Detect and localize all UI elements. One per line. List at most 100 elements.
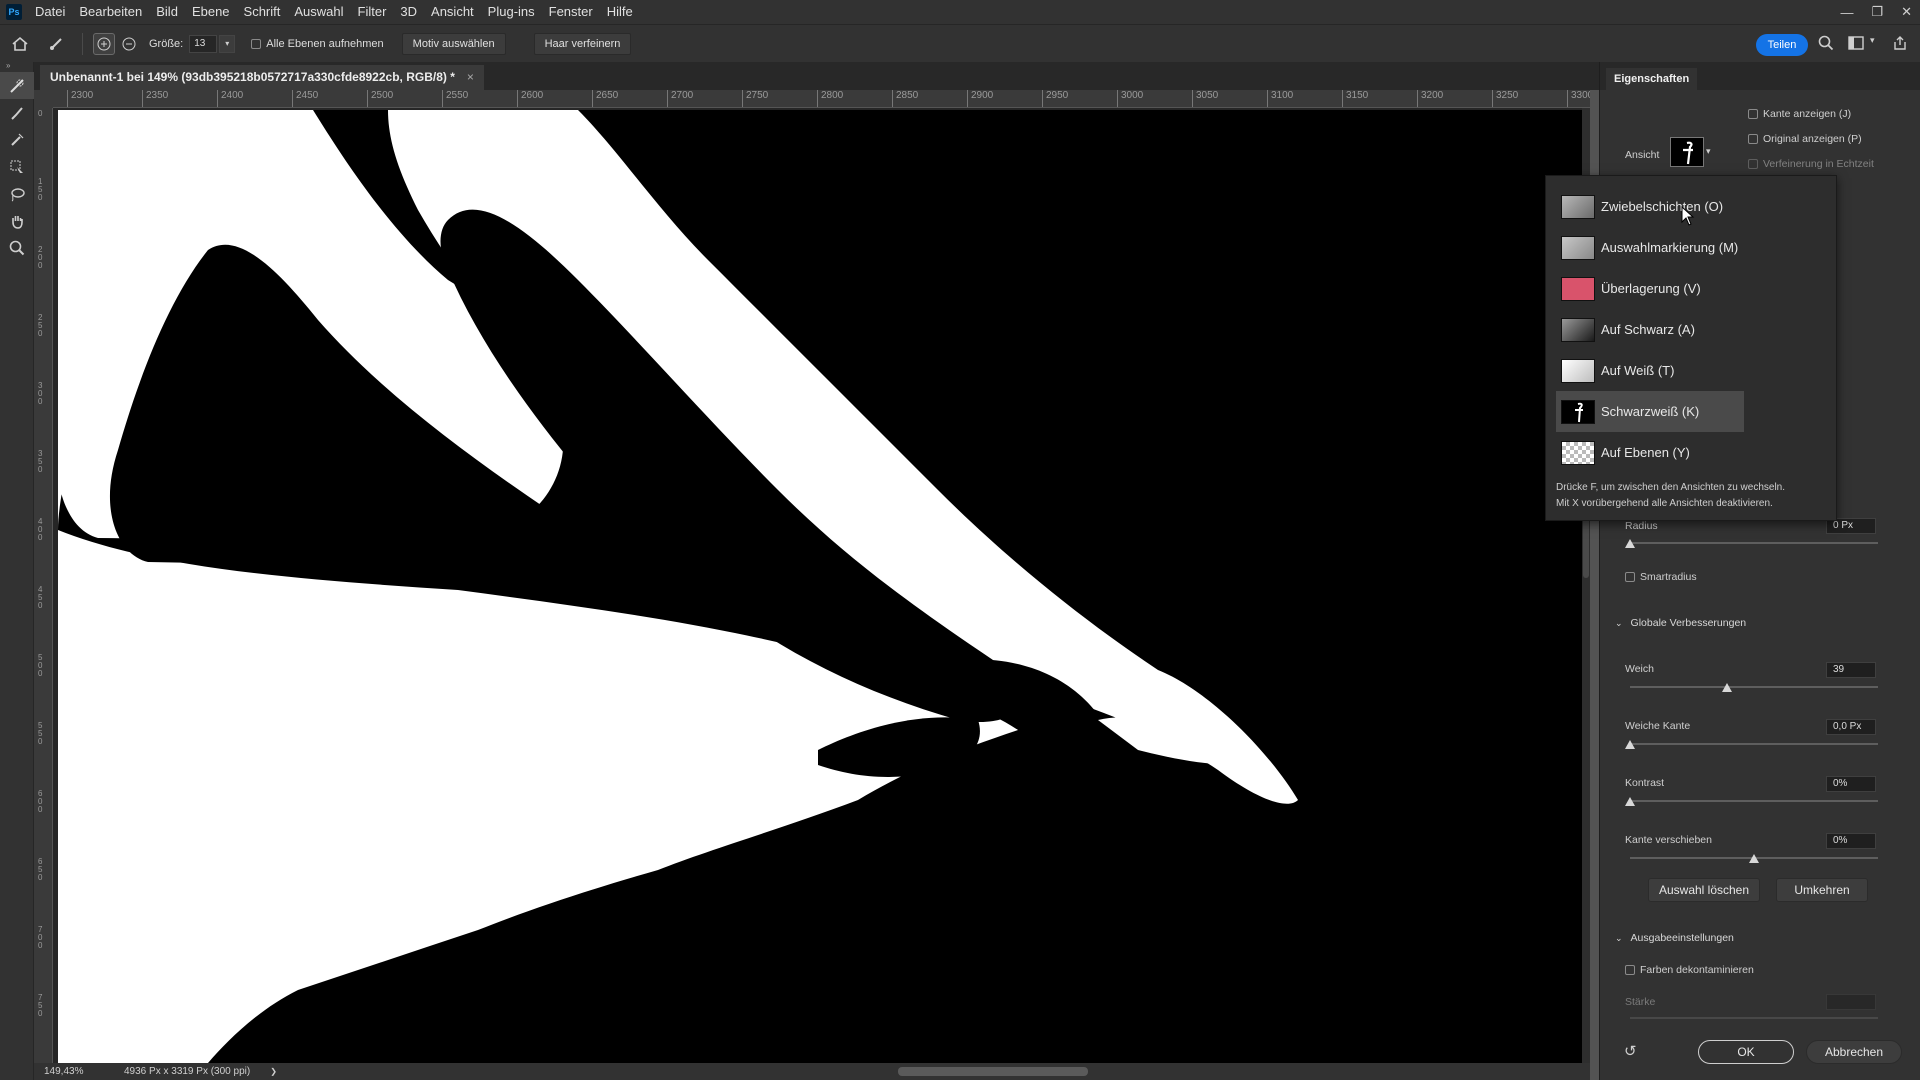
add-to-selection-icon[interactable]: [93, 32, 115, 55]
view-option-on-black[interactable]: Auf Schwarz (A): [1556, 309, 1744, 350]
zoom-level[interactable]: 149,43%: [44, 1066, 104, 1077]
document-info: 4936 Px x 3319 Px (300 ppi): [124, 1066, 251, 1077]
checkbox-box[interactable]: [1748, 134, 1758, 144]
options-bar: Größe: 13 ▾ Alle Ebenen aufnehmen Motiv …: [0, 24, 1920, 62]
search-icon[interactable]: [1818, 35, 1834, 51]
menu-hilfe[interactable]: Hilfe: [600, 0, 640, 24]
workspace-chevron-icon[interactable]: ▾: [1870, 35, 1875, 46]
radius-slider-track[interactable]: [1630, 542, 1878, 544]
ruler-tick-label: 3150: [1342, 90, 1368, 107]
cancel-button[interactable]: Abbrechen: [1806, 1040, 1902, 1064]
show-original-label: Original anzeigen (P): [1763, 133, 1862, 145]
contrast-input[interactable]: 0%: [1826, 776, 1876, 792]
smooth-slider-thumb[interactable]: [1721, 683, 1732, 692]
view-option-black-white[interactable]: Schwarzweiß (K): [1556, 391, 1744, 432]
menu-plugins[interactable]: Plug-ins: [481, 0, 542, 24]
menu-bild[interactable]: Bild: [149, 0, 185, 24]
checkbox-box[interactable]: [1748, 159, 1758, 169]
close-window-icon[interactable]: ✕: [1901, 4, 1912, 20]
shift-edge-slider-thumb[interactable]: [1749, 854, 1759, 863]
ruler-tick-label: 2850: [892, 90, 918, 107]
clear-selection-button[interactable]: Auswahl löschen: [1648, 878, 1760, 902]
minimize-icon[interactable]: —: [1840, 5, 1853, 20]
menu-ansicht[interactable]: Ansicht: [424, 0, 481, 24]
ruler-tick-label: 250: [38, 313, 43, 338]
restore-icon[interactable]: ❐: [1871, 4, 1883, 20]
show-original-checkbox[interactable]: Original anzeigen (P): [1748, 133, 1862, 145]
zoom-tool-icon[interactable]: [0, 234, 34, 261]
hand-tool-icon[interactable]: [0, 207, 34, 234]
view-option-on-white[interactable]: Auf Weiß (T): [1556, 350, 1744, 391]
shift-edge-input[interactable]: 0%: [1826, 833, 1876, 849]
black-white-thumbnail: [1561, 399, 1595, 424]
smooth-slider-track[interactable]: [1630, 686, 1878, 688]
view-option-marching-ants[interactable]: Auswahlmarkierung (M): [1556, 227, 1744, 268]
object-selection-tool-icon[interactable]: [0, 153, 34, 180]
menu-datei[interactable]: Datei: [28, 0, 72, 24]
status-menu-arrow-icon[interactable]: ❯: [270, 1067, 277, 1076]
lasso-tool-icon[interactable]: [0, 180, 34, 207]
radius-slider-thumb[interactable]: [1625, 539, 1635, 548]
refine-edge-brush-icon[interactable]: [0, 126, 34, 153]
sample-all-layers-checkbox[interactable]: Alle Ebenen aufnehmen: [251, 38, 384, 50]
menu-fenster[interactable]: Fenster: [542, 0, 600, 24]
view-mode-chevron-icon[interactable]: ▾: [1706, 146, 1711, 157]
menu-3d[interactable]: 3D: [393, 0, 424, 24]
show-edge-checkbox[interactable]: Kante anzeigen (J): [1748, 108, 1851, 120]
output-settings-section[interactable]: ⌄ Ausgabeeinstellungen: [1615, 932, 1734, 944]
view-option-label: Schwarzweiß (K): [1601, 404, 1700, 419]
view-option-onion-skin[interactable]: Zwiebelschichten (O): [1556, 186, 1744, 227]
view-option-on-layers[interactable]: Auf Ebenen (Y): [1556, 432, 1744, 473]
subtract-from-selection-icon[interactable]: [115, 37, 143, 51]
status-bar: 149,43% 4936 Px x 3319 Px (300 ppi) ❯: [34, 1063, 1590, 1080]
size-input[interactable]: 13: [189, 34, 218, 53]
checkbox-box[interactable]: [251, 38, 262, 49]
contrast-slider-track[interactable]: [1630, 800, 1878, 802]
global-refinements-section[interactable]: ⌄ Globale Verbesserungen: [1615, 617, 1746, 629]
quick-selection-tool-icon[interactable]: [0, 72, 34, 99]
ruler-tick-label: 750: [38, 993, 43, 1018]
reset-icon[interactable]: ↺: [1624, 1042, 1637, 1060]
export-icon[interactable]: [1892, 35, 1908, 51]
select-subject-button[interactable]: Motiv auswählen: [401, 32, 506, 55]
checkbox-box[interactable]: [1748, 109, 1758, 119]
feather-input[interactable]: 0,0 Px: [1826, 719, 1876, 735]
document-canvas[interactable]: [58, 110, 1582, 1063]
view-mode-thumbnail[interactable]: [1670, 137, 1704, 167]
menu-ebene[interactable]: Ebene: [185, 0, 237, 24]
workspace-icon[interactable]: [1848, 36, 1864, 50]
smooth-input[interactable]: 39: [1826, 662, 1876, 678]
menu-filter[interactable]: Filter: [351, 0, 394, 24]
ruler-tick-label: 350: [38, 449, 43, 474]
invert-button[interactable]: Umkehren: [1776, 878, 1868, 902]
size-dropdown-chevron-icon[interactable]: ▾: [219, 34, 236, 53]
menu-schrift[interactable]: Schrift: [237, 0, 288, 24]
feather-slider-thumb[interactable]: [1625, 740, 1635, 749]
share-button[interactable]: Teilen: [1756, 34, 1808, 56]
view-option-overlay[interactable]: Überlagerung (V): [1556, 268, 1744, 309]
tab-properties[interactable]: Eigenschaften: [1606, 68, 1698, 90]
feather-slider-track[interactable]: [1630, 743, 1878, 745]
smart-radius-label: Smartradius: [1640, 571, 1697, 583]
decontaminate-colors-checkbox[interactable]: Farben dekontaminieren: [1625, 964, 1754, 976]
amount-input[interactable]: [1826, 994, 1876, 1010]
amount-slider-track[interactable]: [1630, 1017, 1878, 1019]
ok-button[interactable]: OK: [1698, 1040, 1794, 1064]
document-tab[interactable]: Unbenannt-1 bei 149% (93db395218b0572717…: [40, 65, 484, 90]
quick-selection-brush-icon[interactable]: [40, 36, 72, 52]
ruler-tick-label: 600: [38, 789, 43, 814]
brush-tool-icon[interactable]: [0, 99, 34, 126]
checkbox-box[interactable]: [1625, 572, 1635, 582]
menu-auswahl[interactable]: Auswahl: [287, 0, 350, 24]
realtime-refinement-checkbox[interactable]: Verfeinerung in Echtzeit: [1748, 158, 1874, 170]
close-tab-icon[interactable]: ×: [467, 65, 474, 90]
horizontal-scroll-thumb[interactable]: [898, 1067, 1088, 1076]
smart-radius-checkbox[interactable]: Smartradius: [1625, 571, 1697, 583]
checkbox-box[interactable]: [1625, 965, 1635, 975]
toolbar-collapse-icon[interactable]: »: [0, 62, 33, 72]
refine-hair-button[interactable]: Haar verfeinern: [533, 32, 632, 55]
home-icon[interactable]: [0, 36, 40, 52]
menu-bearbeiten[interactable]: Bearbeiten: [72, 0, 149, 24]
ruler-tick-label: 400: [38, 517, 43, 542]
contrast-slider-thumb[interactable]: [1625, 797, 1635, 806]
